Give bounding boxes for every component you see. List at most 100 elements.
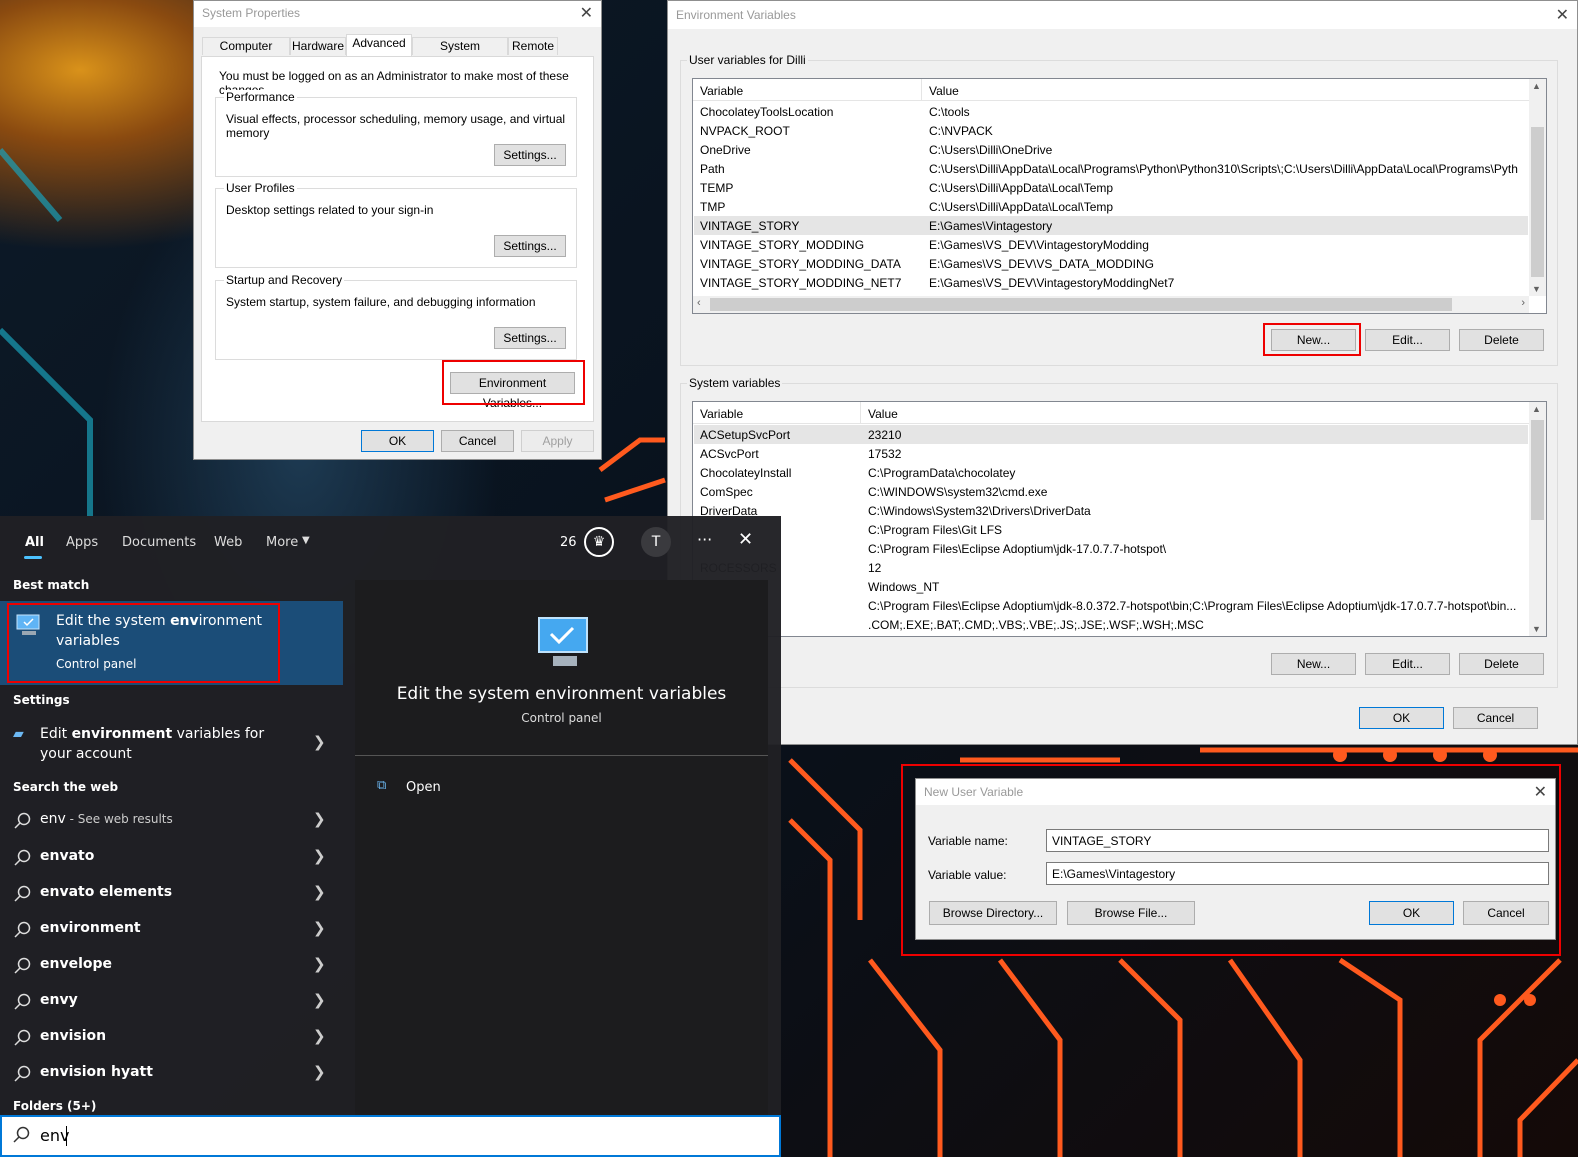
tab-apps[interactable]: Apps	[66, 535, 98, 550]
tab-computer-name[interactable]: Computer Name	[202, 37, 290, 69]
open-action[interactable]: ⧉ Open	[371, 778, 571, 802]
table-row[interactable]: NVPACK_ROOT C:\NVPACK	[694, 121, 1528, 140]
table-row[interactable]: ACSvcPort 17532	[694, 444, 1528, 463]
variable-value-field[interactable]: E:\Games\Vintagestory	[1046, 862, 1549, 885]
tab-all[interactable]: All	[25, 535, 44, 550]
browse-file-button[interactable]: Browse File...	[1067, 901, 1195, 925]
table-row[interactable]: VINTAGE_STORY_MODDING E:\Games\VS_DEV\Vin…	[694, 235, 1528, 254]
web-result-item[interactable]: env - See web results ❯	[0, 803, 342, 839]
user-variables-list[interactable]: Variable Value ChocolateyToolsLocation C:…	[692, 78, 1547, 314]
table-row[interactable]: C:\Program Files\Git LFS	[694, 520, 1528, 539]
monitor-icon: ▰	[13, 726, 24, 742]
table-row[interactable]: C:\Program Files\Eclipse Adoptium\jdk-17…	[694, 539, 1528, 558]
cancel-button[interactable]: Cancel	[1453, 707, 1538, 729]
chevron-right-icon[interactable]: ❯	[313, 919, 326, 937]
settings-item[interactable]: ▰ Edit environment variables for your ac…	[0, 721, 342, 767]
table-row[interactable]: OneDrive C:\Users\Dilli\OneDrive	[694, 140, 1528, 159]
scroll-thumb[interactable]	[1531, 420, 1544, 520]
trophy-icon[interactable]: ♛	[584, 527, 614, 557]
table-row[interactable]: ChocolateyInstall C:\ProgramData\chocolat…	[694, 463, 1528, 482]
browse-directory-button[interactable]: Browse Directory...	[929, 901, 1057, 925]
scroll-thumb[interactable]	[1531, 127, 1544, 277]
close-icon[interactable]: ✕	[1556, 5, 1569, 25]
close-icon[interactable]: ✕	[1534, 782, 1547, 802]
column-header-variable[interactable]: Variable	[700, 407, 743, 421]
tab-advanced[interactable]: Advanced	[346, 34, 412, 56]
cancel-button[interactable]: Cancel	[1463, 901, 1549, 925]
vertical-scrollbar[interactable]: ▲ ▼	[1529, 402, 1546, 636]
vertical-scrollbar[interactable]: ▲ ▼	[1529, 79, 1546, 296]
web-suggestion-item[interactable]: envision ❯	[0, 1020, 342, 1056]
table-row[interactable]: VINTAGE_STORY E:\Games\Vintagestory	[694, 216, 1528, 235]
close-icon[interactable]: ✕	[738, 529, 753, 550]
system-new-button[interactable]: New...	[1271, 653, 1356, 675]
column-header-value[interactable]: Value	[868, 407, 898, 421]
chevron-right-icon[interactable]: ❯	[313, 1027, 326, 1045]
scroll-up-icon[interactable]: ▲	[1532, 81, 1541, 91]
scroll-down-icon[interactable]: ▼	[1532, 284, 1541, 294]
table-row[interactable]: Windows_NT	[694, 577, 1528, 596]
web-suggestion-item[interactable]: environment ❯	[0, 912, 342, 948]
table-row[interactable]: ROCESSORS12	[694, 558, 1528, 577]
close-icon[interactable]: ✕	[580, 3, 593, 23]
chevron-right-icon[interactable]: ❯	[313, 1063, 326, 1081]
user-delete-button[interactable]: Delete	[1459, 329, 1544, 351]
column-header-value[interactable]: Value	[929, 84, 959, 98]
column-header-variable[interactable]: Variable	[700, 84, 743, 98]
scroll-right-icon[interactable]: ›	[1521, 297, 1525, 309]
profiles-settings-button[interactable]: Settings...	[494, 235, 566, 257]
scroll-down-icon[interactable]: ▼	[1532, 624, 1541, 634]
table-row[interactable]: ACSetupSvcPort 23210	[694, 425, 1528, 444]
variable-name-field[interactable]: VINTAGE_STORY	[1046, 829, 1549, 852]
best-match-header: Best match	[13, 578, 90, 592]
chevron-right-icon[interactable]: ❯	[313, 733, 326, 751]
avatar[interactable]: T	[641, 527, 671, 557]
tab-system-protection[interactable]: System Protection	[412, 37, 508, 69]
tab-documents[interactable]: Documents	[122, 535, 196, 550]
tab-remote[interactable]: Remote	[508, 37, 558, 55]
tab-more[interactable]: More	[266, 535, 298, 550]
table-row[interactable]: VINTAGE_STORY_MODDING_NET7 E:\Games\VS_DE…	[694, 273, 1528, 292]
table-row[interactable]: .COM;.EXE;.BAT;.CMD;.VBS;.VBE;.JS;.JSE;.…	[694, 615, 1528, 634]
chevron-right-icon[interactable]: ❯	[313, 810, 326, 828]
system-variables-list[interactable]: Variable Value ACSetupSvcPort 23210 ACSvcP…	[692, 401, 1547, 637]
ok-button[interactable]: OK	[361, 430, 434, 452]
web-suggestion-item[interactable]: envelope ❯	[0, 948, 342, 984]
ok-button[interactable]: OK	[1359, 707, 1444, 729]
hscroll-thumb[interactable]	[710, 298, 1452, 311]
horizontal-scrollbar[interactable]: ‹ ›	[693, 296, 1529, 313]
system-delete-button[interactable]: Delete	[1459, 653, 1544, 675]
user-profiles-group: User Profiles Desktop settings related t…	[215, 181, 577, 268]
user-edit-button[interactable]: Edit...	[1365, 329, 1450, 351]
web-suggestion-item[interactable]: envato elements ❯	[0, 876, 342, 912]
table-row[interactable]: DriverData C:\Windows\System32\Drivers\Dr…	[694, 501, 1528, 520]
table-row[interactable]: C:\Program Files\Eclipse Adoptium\jdk-8.…	[694, 596, 1528, 615]
cancel-button[interactable]: Cancel	[441, 430, 514, 452]
table-row[interactable]: TEMP C:\Users\Dilli\AppData\Local\Temp	[694, 178, 1528, 197]
apply-button[interactable]: Apply	[521, 430, 594, 452]
table-row[interactable]: VINTAGE_STORY_MODDING_DATA E:\Games\VS_DE…	[694, 254, 1528, 273]
table-row[interactable]: ChocolateyToolsLocation C:\tools	[694, 102, 1528, 121]
table-row[interactable]: TMP C:\Users\Dilli\AppData\Local\Temp	[694, 197, 1528, 216]
chevron-right-icon[interactable]: ❯	[313, 955, 326, 973]
scroll-up-icon[interactable]: ▲	[1532, 404, 1541, 414]
more-options-icon[interactable]: ···	[697, 530, 712, 549]
web-suggestion-item[interactable]: envision hyatt ❯	[0, 1056, 342, 1092]
table-row[interactable]: Path C:\Users\Dilli\AppData\Local\Program…	[694, 159, 1528, 178]
chevron-down-icon[interactable]: ▼	[302, 535, 310, 546]
tab-hardware[interactable]: Hardware	[290, 37, 346, 55]
ok-button[interactable]: OK	[1369, 901, 1454, 925]
performance-settings-button[interactable]: Settings...	[494, 144, 566, 166]
web-suggestion-item[interactable]: envato ❯	[0, 840, 342, 876]
user-variables-group: User variables for Dilli Variable Value …	[680, 53, 1558, 366]
chevron-right-icon[interactable]: ❯	[313, 883, 326, 901]
web-suggestion-item[interactable]: envy ❯	[0, 984, 342, 1020]
system-edit-button[interactable]: Edit...	[1365, 653, 1450, 675]
chevron-right-icon[interactable]: ❯	[313, 847, 326, 865]
chevron-right-icon[interactable]: ❯	[313, 991, 326, 1009]
tab-web[interactable]: Web	[214, 535, 242, 550]
search-input[interactable]: env	[0, 1115, 781, 1157]
scroll-left-icon[interactable]: ‹	[697, 297, 701, 309]
startup-settings-button[interactable]: Settings...	[494, 327, 566, 349]
table-row[interactable]: ComSpec C:\WINDOWS\system32\cmd.exe	[694, 482, 1528, 501]
